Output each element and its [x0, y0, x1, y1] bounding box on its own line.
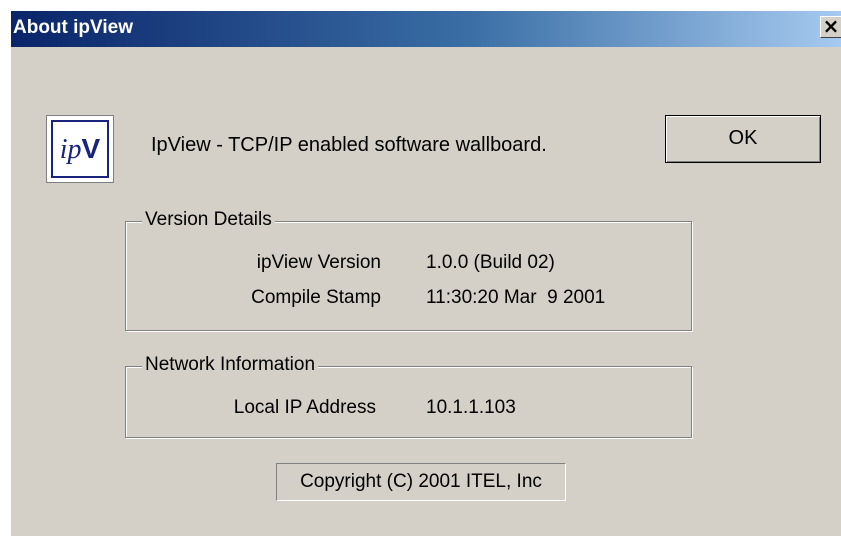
- network-info-group: Network Information Local IP Address 10.…: [125, 354, 692, 438]
- ok-button[interactable]: OK: [665, 115, 821, 163]
- close-button[interactable]: ×: [820, 16, 841, 38]
- ipview-logo-icon: ipV: [46, 115, 114, 183]
- version-details-title: Version Details: [142, 209, 275, 231]
- about-dialog: About ipView × ipV IpView - TCP/IP enabl…: [10, 10, 841, 536]
- version-details-group: Version Details ipView Version 1.0.0 (Bu…: [125, 209, 692, 331]
- close-icon: ×: [822, 14, 840, 38]
- app-description: IpView - TCP/IP enabled software wallboa…: [151, 134, 547, 156]
- logo-text-v: V: [81, 133, 101, 164]
- title-bar[interactable]: About ipView ×: [11, 11, 841, 47]
- logo-frame: ipV: [51, 120, 109, 178]
- logo-text-ip: ip: [59, 134, 82, 165]
- compile-stamp-value: 11:30:20 Mar 9 2001: [426, 287, 606, 308]
- copyright-text: Copyright (C) 2001 ITEL, Inc: [276, 463, 566, 501]
- version-value: 1.0.0 (Build 02): [426, 252, 555, 273]
- compile-stamp-label: Compile Stamp: [251, 287, 381, 308]
- version-label: ipView Version: [256, 252, 381, 273]
- network-info-title: Network Information: [142, 354, 319, 376]
- window-title: About ipView: [13, 17, 133, 38]
- local-ip-label: Local IP Address: [233, 397, 376, 418]
- local-ip-value: 10.1.1.103: [426, 397, 516, 418]
